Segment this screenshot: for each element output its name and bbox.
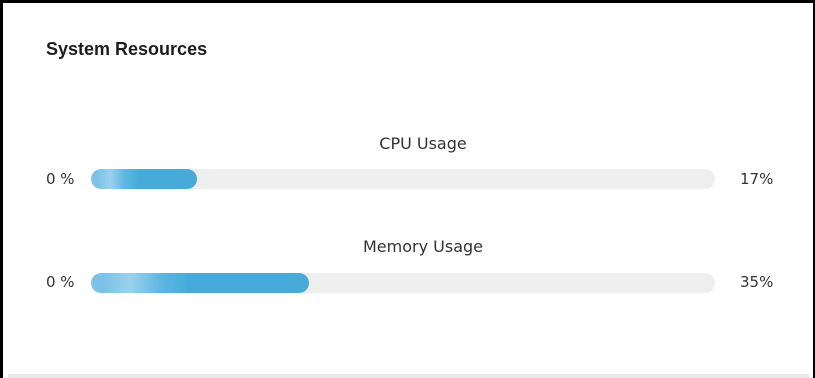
panel-bottom-divider [8,374,809,378]
cpu-usage-track [91,169,715,189]
cpu-usage-label: CPU Usage [379,134,467,153]
memory-min-label: 0 % [46,273,75,291]
cpu-min-label: 0 % [46,170,75,188]
system-resources-panel: System Resources CPU Usage 0 % 17% Memor… [0,0,815,378]
memory-value-label: 35% [740,273,774,291]
memory-usage-fill [91,273,310,293]
panel-title: System Resources [46,39,208,59]
cpu-value-label: 17% [740,170,774,188]
cpu-usage-fill [91,169,198,189]
memory-usage-track [91,273,715,293]
memory-usage-label: Memory Usage [362,237,483,256]
